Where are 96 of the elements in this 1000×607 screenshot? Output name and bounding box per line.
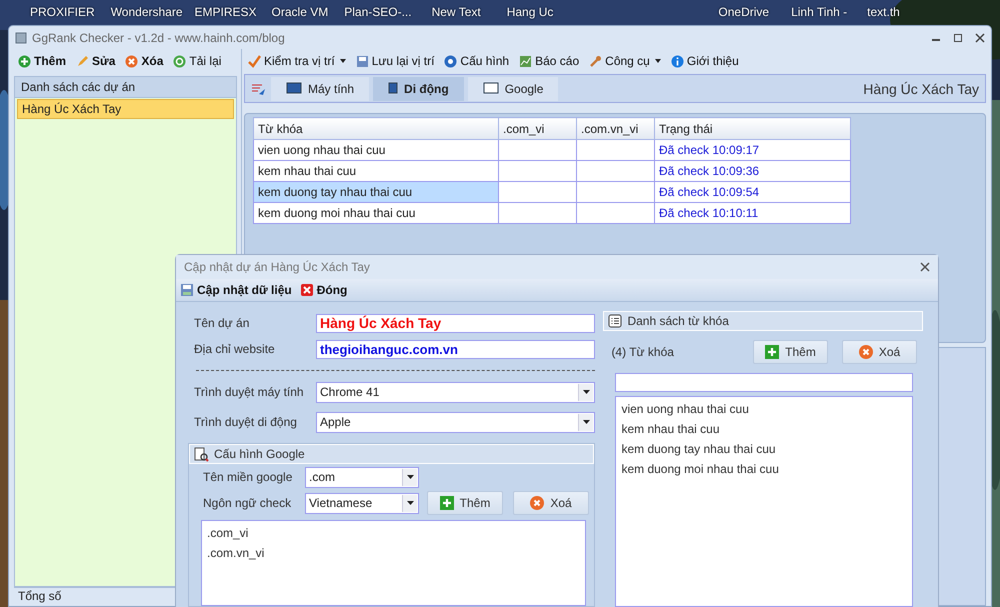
- toolbar-button[interactable]: Tải lại: [169, 52, 226, 70]
- plus-icon: [440, 496, 454, 510]
- add-button[interactable]: Thêm: [427, 491, 503, 515]
- toolbar-button[interactable]: Xóa: [121, 52, 168, 70]
- toolbar-button[interactable]: Sửa: [72, 52, 120, 70]
- tab[interactable]: Google: [468, 76, 558, 100]
- toolbar-button[interactable]: Kiểm tra vị trí: [244, 52, 350, 70]
- group-title: Cấu hình Google: [214, 447, 305, 461]
- table-cell: Đã check 10:09:36: [654, 160, 850, 182]
- project-item[interactable]: Hàng Úc Xách Tay: [17, 99, 234, 119]
- add-button[interactable]: Thêm: [753, 340, 828, 364]
- desktop-icon-label[interactable]: New Text: [432, 5, 481, 19]
- close-icon[interactable]: [975, 32, 985, 42]
- tab[interactable]: Máy tính: [271, 76, 370, 100]
- caret-icon: [582, 420, 590, 424]
- project-title: Hàng Úc Xách Tay: [863, 80, 979, 96]
- list-item[interactable]: kem duong moi nhau thai cuu: [621, 459, 907, 479]
- monitor-icon: [286, 82, 302, 96]
- field-label: Tên miền google: [203, 470, 294, 484]
- toolbar-button[interactable]: Thêm: [14, 52, 70, 70]
- app-icon: [15, 32, 27, 44]
- list-icon: [608, 314, 622, 328]
- table-cell[interactable]: kem duong tay nhau thai cuu: [254, 182, 498, 202]
- table-cell[interactable]: kem duong moi nhau thai cuu: [254, 202, 498, 224]
- desktop-icon-label[interactable]: Wondershare: [110, 5, 183, 19]
- caret-icon: [406, 501, 414, 505]
- search-document-icon: [194, 446, 209, 462]
- maximize-icon[interactable]: [953, 32, 963, 42]
- toolbar-button[interactable]: Cập nhật dữ liệu: [176, 281, 296, 299]
- dropdown[interactable]: Chrome 41: [316, 382, 596, 402]
- delete-icon: [530, 496, 544, 510]
- field-label: Trình duyệt di động: [194, 415, 298, 429]
- delete-icon: [858, 345, 873, 359]
- list-item[interactable]: kem nhau thai cuu: [621, 419, 907, 439]
- field-label: Địa chỉ website: [194, 342, 276, 356]
- caret-icon: [582, 390, 590, 394]
- group-title: Danh sách từ khóa: [627, 314, 729, 328]
- desktop-icon-label[interactable]: Plan-SEO-...: [344, 5, 412, 19]
- desktop-icon-label[interactable]: EMPIRESX: [194, 5, 257, 19]
- field-label: Ngôn ngữ check: [203, 496, 292, 510]
- tab[interactable]: Di động: [373, 76, 464, 100]
- wrench-icon: [589, 54, 602, 68]
- window-title: GgRank Checker - v1.2d - www.hainh.com/blog: [32, 30, 285, 44]
- toolbar-button[interactable]: Cấu hình: [440, 52, 514, 70]
- phone-icon: [388, 82, 398, 96]
- save-icon: [356, 54, 369, 68]
- caret-icon: [654, 59, 661, 63]
- dropdown[interactable]: Vietnamese: [305, 492, 419, 514]
- table-cell: Đã check 10:09:17: [654, 140, 850, 160]
- column-header[interactable]: .com.vn_vi: [576, 118, 654, 140]
- caret-icon: [406, 475, 414, 479]
- keyword-count: (4) Từ khóa: [611, 345, 675, 359]
- toolbar-button[interactable]: Công cụ: [585, 52, 665, 70]
- chart-icon: [519, 54, 532, 68]
- delete-button[interactable]: Xoá: [513, 491, 589, 515]
- arrow-icon[interactable]: [251, 82, 267, 96]
- toolbar-button[interactable]: Lưu lại vị trí: [352, 52, 438, 70]
- info-icon: [670, 54, 684, 68]
- close-icon[interactable]: [920, 262, 930, 272]
- desktop-icon-label[interactable]: text.th: [867, 5, 900, 19]
- plus-icon: [18, 54, 31, 68]
- list-item[interactable]: kem duong tay nhau thai cuu: [621, 439, 907, 459]
- checkmark-icon: [248, 54, 261, 68]
- input-field[interactable]: Hàng Úc Xách Tay: [316, 314, 596, 332]
- input-field[interactable]: thegioihanguc.com.vn: [316, 340, 596, 358]
- column-header[interactable]: .com_vi: [498, 118, 576, 140]
- dropdown[interactable]: .com: [305, 466, 419, 488]
- list-item[interactable]: .com_vi: [207, 523, 580, 543]
- desktop-icon-label[interactable]: Linh Tinh -: [791, 5, 848, 19]
- column-header[interactable]: Trạng thái: [654, 118, 850, 140]
- caret-icon: [340, 59, 346, 63]
- desktop-icon-label[interactable]: Oracle VM: [272, 5, 328, 19]
- desktop-icon-label[interactable]: Hang Uc: [506, 5, 554, 19]
- field-label: Tên dự án: [194, 316, 250, 330]
- delete-button[interactable]: Xoá: [842, 340, 917, 364]
- list-header: Danh sách các dự án: [14, 76, 237, 98]
- plus-icon: [765, 345, 780, 359]
- save-icon: [180, 283, 194, 297]
- pencil-icon: [76, 54, 90, 68]
- toolbar-button[interactable]: Giới thiệu: [666, 52, 743, 70]
- list-item[interactable]: .com.vn_vi: [207, 543, 580, 563]
- toolbar-button[interactable]: Báo cáo: [515, 52, 584, 70]
- table-cell[interactable]: vien uong nhau thai cuu: [254, 140, 498, 160]
- field-label: Trình duyệt máy tính: [194, 385, 305, 399]
- dropdown[interactable]: Apple: [316, 412, 596, 432]
- column-header[interactable]: Từ khóa: [254, 118, 498, 140]
- dialog-title: Cập nhật dự án Hàng Úc Xách Tay: [184, 260, 370, 274]
- table-cell: Đã check 10:09:54: [654, 182, 850, 202]
- close-icon: [300, 283, 314, 297]
- list-item[interactable]: vien uong nhau thai cuu: [621, 399, 907, 419]
- input-field[interactable]: [615, 373, 913, 392]
- desktop-icon-label[interactable]: PROXIFIER: [30, 5, 95, 19]
- toolbar-button[interactable]: Đóng: [296, 281, 352, 299]
- desktop-icon-label[interactable]: OneDrive: [718, 5, 770, 19]
- delete-icon: [125, 54, 138, 68]
- table-cell: Đã check 10:10:11: [654, 202, 850, 224]
